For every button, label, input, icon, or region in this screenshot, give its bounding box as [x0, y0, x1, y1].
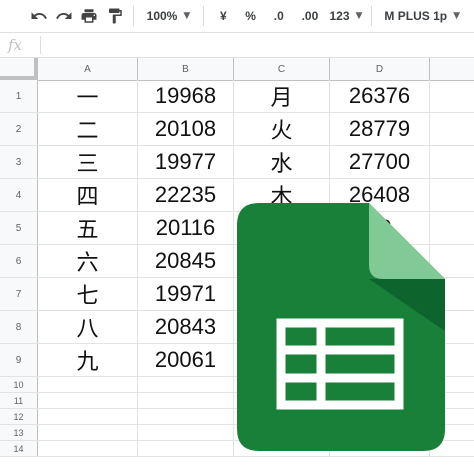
font-name: M PLUS 1p	[384, 9, 448, 23]
cell-c[interactable]: 水	[234, 146, 330, 178]
decrease-decimal-label: .0	[273, 9, 284, 23]
row-header[interactable]: 1	[0, 80, 38, 112]
more-formats-button[interactable]: 123 ▼	[327, 0, 366, 32]
cell-e[interactable]	[430, 80, 474, 112]
undo-button[interactable]	[26, 0, 51, 32]
row-header[interactable]: 7	[0, 278, 38, 310]
row-header[interactable]: 10	[0, 377, 38, 392]
table-row: 2 二 20108 火 28779	[0, 113, 474, 146]
toolbar-divider	[371, 6, 373, 26]
undo-icon	[31, 12, 47, 19]
redo-button[interactable]	[51, 0, 76, 32]
cell-a[interactable]	[38, 425, 138, 440]
cell-b[interactable]: 20845	[138, 245, 234, 277]
chevron-down-icon: ▼	[355, 11, 363, 21]
decrease-decimal-button[interactable]: .0	[264, 0, 293, 32]
chevron-down-icon: ▼	[183, 11, 191, 21]
column-header-e[interactable]	[430, 58, 474, 80]
cell-b[interactable]	[138, 409, 234, 424]
cell-a[interactable]	[38, 393, 138, 408]
row-header[interactable]: 13	[0, 425, 38, 440]
row-header[interactable]: 4	[0, 179, 38, 211]
increase-decimal-label: .00	[301, 9, 319, 23]
row-header[interactable]: 9	[0, 344, 38, 376]
cell-b[interactable]: 20061	[138, 344, 234, 376]
cell-a[interactable]: 一	[38, 80, 138, 112]
row-header[interactable]: 3	[0, 146, 38, 178]
increase-decimal-button[interactable]: .00	[293, 0, 326, 32]
cell-a[interactable]: 三	[38, 146, 138, 178]
cell-a[interactable]	[38, 409, 138, 424]
chevron-down-icon: ▼	[453, 11, 460, 21]
fx-icon: fx	[8, 36, 23, 54]
table-row: 1 一 19968 月 26376	[0, 80, 474, 113]
currency-format-button[interactable]: ¥	[210, 0, 237, 32]
cell-a[interactable]: 八	[38, 311, 138, 343]
table-row: 3 三 19977 水 27700	[0, 146, 474, 179]
formula-bar[interactable]: fx	[0, 33, 474, 58]
cell-c[interactable]: 月	[234, 80, 330, 112]
column-header-b[interactable]: B	[138, 58, 234, 80]
row-header[interactable]: 8	[0, 311, 38, 343]
google-sheets-logo	[237, 203, 445, 451]
cell-b[interactable]: 19968	[138, 80, 234, 112]
formula-divider	[40, 36, 41, 54]
cell-e[interactable]	[430, 146, 474, 178]
more-formats-label: 123	[329, 9, 350, 23]
currency-label: ¥	[219, 9, 227, 23]
cell-d[interactable]: 26376	[330, 80, 430, 112]
column-header-d[interactable]: D	[330, 58, 430, 80]
cell-a[interactable]: 四	[38, 179, 138, 211]
percent-format-button[interactable]: %	[237, 0, 264, 32]
toolbar: 100% ▼ ¥ % .0 .00 123 ▼ M PLUS 1p ▼	[0, 0, 474, 33]
row-header[interactable]: 6	[0, 245, 38, 277]
cell-a[interactable]: 九	[38, 344, 138, 376]
cell-b[interactable]: 19977	[138, 146, 234, 178]
row-header[interactable]: 12	[0, 409, 38, 424]
cell-b[interactable]	[138, 441, 234, 456]
cell-b[interactable]: 20108	[138, 113, 234, 145]
row-header[interactable]: 2	[0, 113, 38, 145]
cell-b[interactable]: 20116	[138, 212, 234, 244]
row-header[interactable]: 5	[0, 212, 38, 244]
column-header-c[interactable]: C	[234, 58, 330, 80]
toolbar-divider	[202, 6, 204, 26]
column-header-row: A B C D	[0, 58, 474, 81]
paint-format-button[interactable]	[102, 0, 127, 32]
cell-b[interactable]	[138, 425, 234, 440]
cell-b[interactable]	[138, 377, 234, 392]
cell-a[interactable]	[38, 377, 138, 392]
print-button[interactable]	[77, 0, 102, 32]
toolbar-divider	[133, 6, 135, 26]
zoom-value: 100%	[146, 9, 178, 23]
cell-b[interactable]: 19971	[138, 278, 234, 310]
row-header[interactable]: 14	[0, 441, 38, 456]
cell-d[interactable]: 27700	[330, 146, 430, 178]
font-select[interactable]: M PLUS 1p ▼	[378, 0, 474, 32]
cell-a[interactable]: 二	[38, 113, 138, 145]
cell-c[interactable]: 火	[234, 113, 330, 145]
select-all-corner[interactable]	[0, 58, 38, 80]
cell-d[interactable]: 28779	[330, 113, 430, 145]
paint-format-icon	[108, 8, 122, 24]
redo-icon	[56, 12, 72, 19]
cell-b[interactable]	[138, 393, 234, 408]
cell-a[interactable]: 五	[38, 212, 138, 244]
percent-label: %	[245, 9, 256, 23]
cell-a[interactable]	[38, 441, 138, 456]
cell-a[interactable]: 六	[38, 245, 138, 277]
cell-b[interactable]: 22235	[138, 179, 234, 211]
print-icon	[81, 9, 97, 23]
cell-e[interactable]	[430, 113, 474, 145]
row-header[interactable]: 11	[0, 393, 38, 408]
cell-a[interactable]: 七	[38, 278, 138, 310]
column-header-a[interactable]: A	[38, 58, 138, 80]
zoom-select[interactable]: 100% ▼	[140, 0, 196, 32]
cell-b[interactable]: 20843	[138, 311, 234, 343]
